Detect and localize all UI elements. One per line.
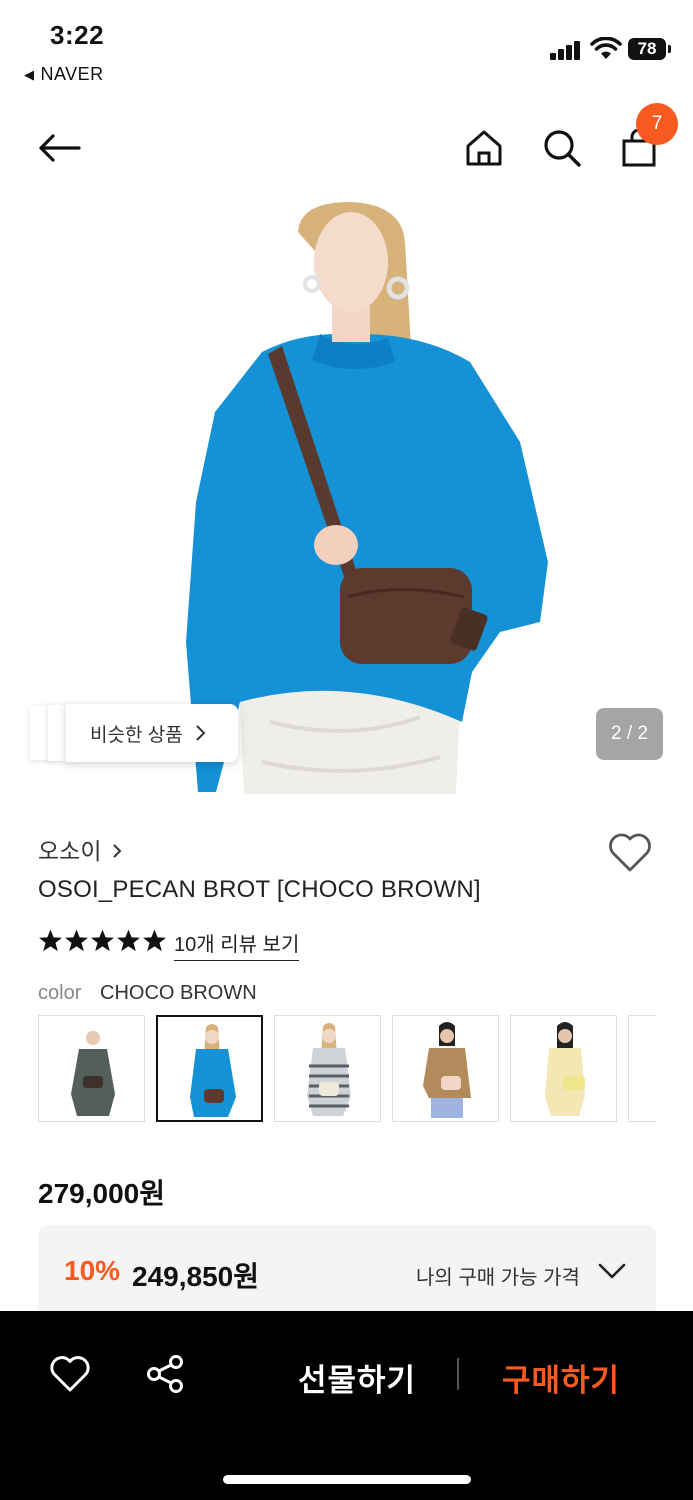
search-button[interactable] xyxy=(536,122,588,174)
back-to-app-link[interactable]: ◀ NAVER xyxy=(24,64,104,85)
swatch-thumbnail xyxy=(307,1023,351,1116)
color-swatch-yellow[interactable] xyxy=(510,1015,617,1122)
chevron-right-icon xyxy=(195,725,206,741)
share-icon[interactable] xyxy=(145,1354,185,1394)
home-icon xyxy=(466,130,502,166)
brand-name: 오소이 xyxy=(38,838,102,864)
battery-indicator: 78 xyxy=(628,38,666,60)
status-time: 3:22 xyxy=(50,20,105,50)
color-swatch-gray[interactable] xyxy=(38,1015,145,1122)
buy-button[interactable]: 구매하기 xyxy=(502,1355,620,1400)
back-triangle-icon: ◀ xyxy=(24,67,35,82)
star-icon xyxy=(65,929,88,952)
swatch-thumbnail xyxy=(71,1031,115,1116)
home-indicator[interactable] xyxy=(223,1475,471,1484)
back-button[interactable] xyxy=(33,122,85,174)
arrow-left-icon xyxy=(39,134,81,162)
discount-percent: 10% xyxy=(64,1255,121,1286)
swatch-thumbnail xyxy=(423,1022,471,1118)
color-swatch-tan[interactable] xyxy=(392,1015,499,1122)
image-counter: 2 / 2 xyxy=(596,708,663,760)
reviews-link[interactable]: 10개 리뷰 보기 xyxy=(174,928,300,961)
search-icon xyxy=(544,130,581,167)
my-price-label: 나의 구매 가능 가격 xyxy=(416,1267,580,1289)
battery-tip xyxy=(668,45,671,53)
color-value: CHOCO BROWN xyxy=(100,982,257,1004)
cart-count-badge: 7 xyxy=(636,103,678,145)
color-label: color xyxy=(38,982,82,1004)
signal-icon xyxy=(550,40,582,60)
swatch-thumbnail xyxy=(545,1022,585,1116)
back-app-label: NAVER xyxy=(40,64,104,84)
brand-link[interactable]: 오소이 xyxy=(38,832,125,866)
swatch-thumbnail xyxy=(190,1024,236,1117)
similar-products-button[interactable]: 비슷한 상품 xyxy=(66,704,238,762)
bottom-action-bar xyxy=(0,1311,693,1500)
chevron-right-icon xyxy=(113,844,122,858)
chevron-down-icon[interactable] xyxy=(598,1259,626,1283)
top-nav xyxy=(0,100,693,196)
my-price-panel[interactable]: 10% 249,850원 나의 구매 가능 가격 xyxy=(38,1225,656,1321)
color-swatch-more[interactable] xyxy=(628,1015,656,1122)
product-title: OSOI_PECAN BROT [CHOCO BROWN] xyxy=(38,876,481,903)
star-icon xyxy=(39,929,62,952)
discount-price: 249,850원 xyxy=(132,1261,259,1292)
original-price: 279,000원 xyxy=(38,1178,165,1209)
rating-stars xyxy=(38,928,167,953)
similar-products-label: 비슷한 상품 xyxy=(90,724,183,746)
color-swatch-blue[interactable] xyxy=(156,1015,263,1122)
status-bar: 3:22 ◀ NAVER 78 xyxy=(0,0,693,92)
heart-icon[interactable] xyxy=(48,1352,92,1396)
color-swatch-stripe[interactable] xyxy=(274,1015,381,1122)
color-swatch-list xyxy=(38,1015,656,1122)
wishlist-heart-icon[interactable] xyxy=(606,830,654,874)
bottom-divider xyxy=(457,1358,459,1390)
gift-button[interactable]: 선물하기 xyxy=(298,1355,416,1400)
star-icon xyxy=(91,929,114,952)
star-icon xyxy=(143,929,166,952)
star-icon xyxy=(117,929,140,952)
home-button[interactable] xyxy=(458,122,510,174)
wifi-icon xyxy=(590,37,622,59)
